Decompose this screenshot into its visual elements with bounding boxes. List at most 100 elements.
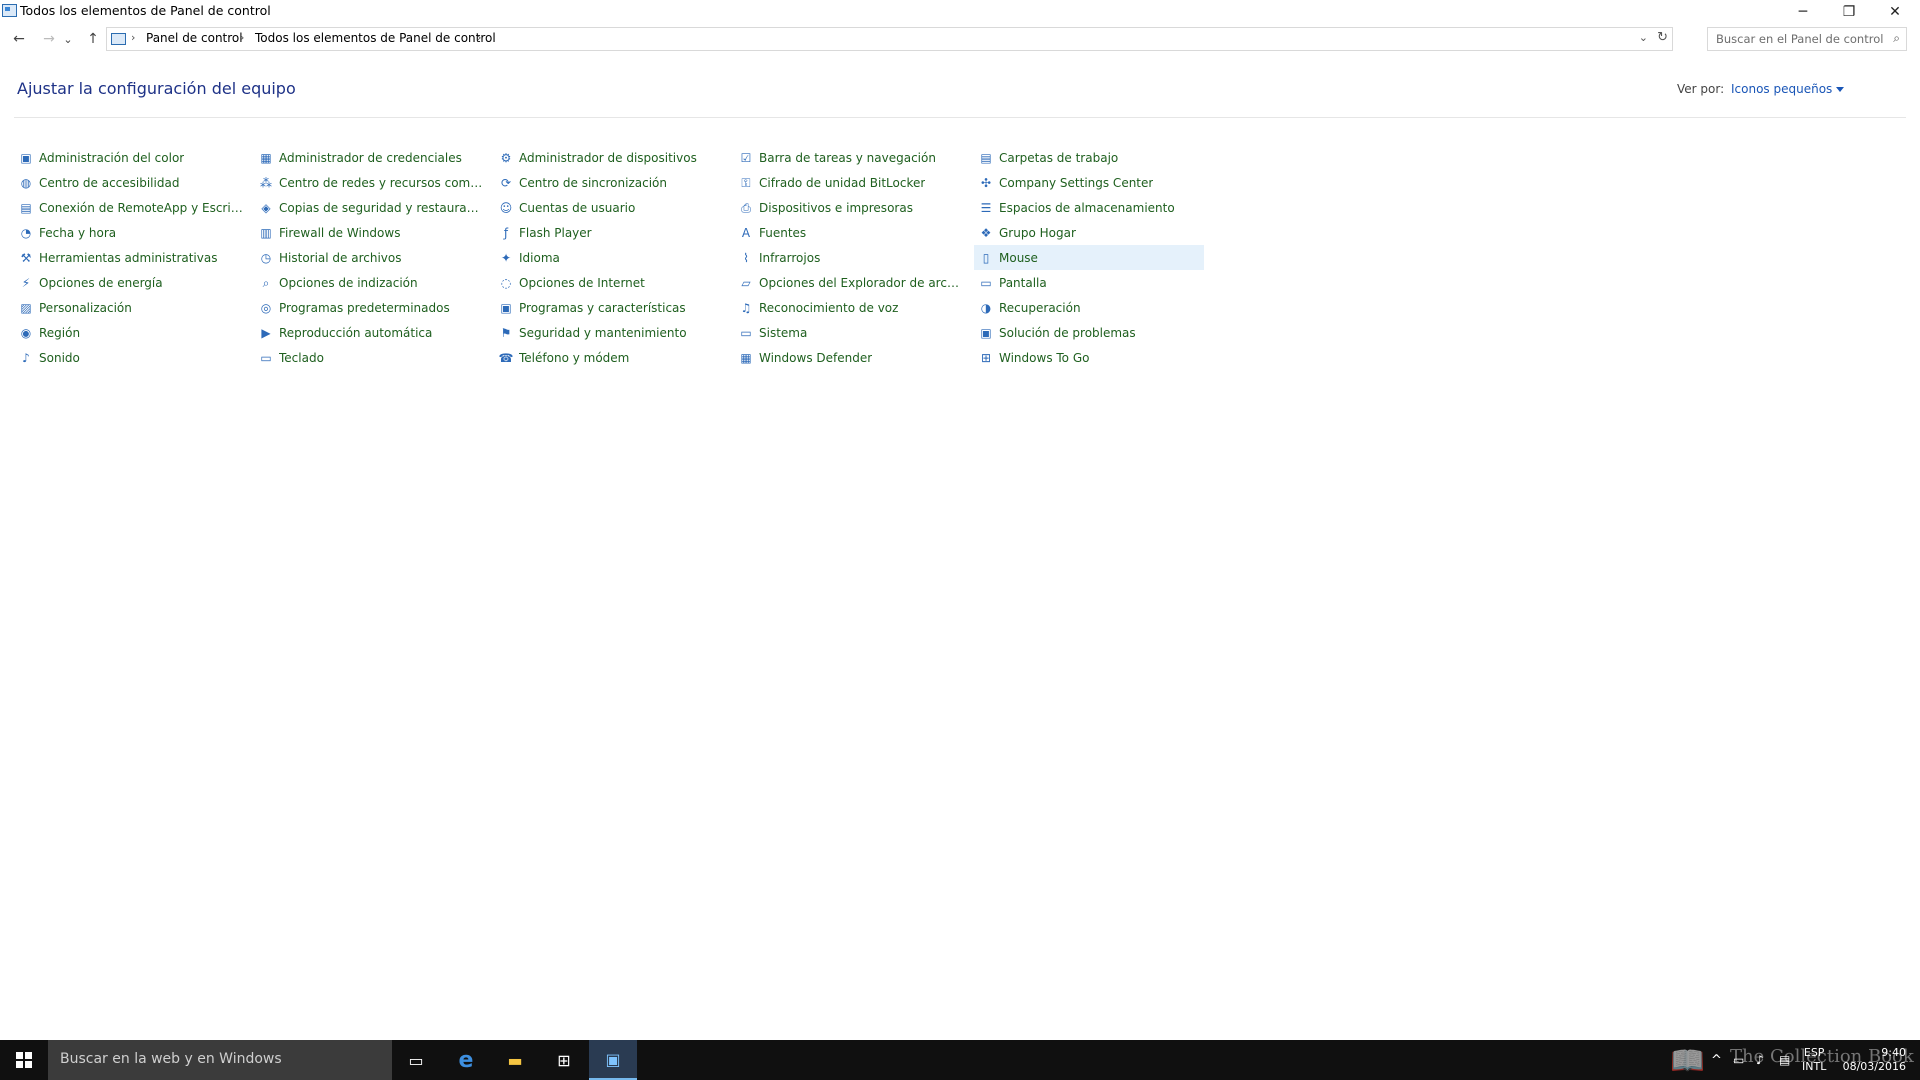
chevron-down-icon[interactable]: ⌄ (1639, 31, 1648, 44)
keyboard-icon: ▭ (260, 350, 272, 365)
window-title: Todos los elementos de Panel de control (20, 3, 271, 18)
control-panel-item[interactable]: ⌕ Opciones de indización (254, 270, 484, 295)
control-panel-item[interactable]: ⊞ Windows To Go (974, 345, 1204, 370)
control-panel-item[interactable]: ◷ Historial de archivos (254, 245, 484, 270)
credential-manager-icon: ▦ (260, 150, 272, 165)
windows-to-go-icon: ⊞ (980, 350, 992, 365)
control-panel-icon (111, 33, 126, 45)
control-panel-item[interactable]: ▭ Teclado (254, 345, 484, 370)
control-panel-item[interactable]: ▤ Carpetas de trabajo (974, 145, 1204, 170)
programs-features-icon: ▣ (500, 300, 512, 315)
store-icon[interactable]: ⊞ (540, 1040, 588, 1080)
control-panel-item[interactable]: ◍ Centro de accesibilidad (14, 170, 244, 195)
breadcrumb-control-panel[interactable]: Panel de control (146, 31, 243, 45)
devices-printers-icon: ⎙ (741, 200, 751, 215)
control-panel-item[interactable]: ✦ Idioma (494, 245, 724, 270)
control-panel-item[interactable]: ⎙ Dispositivos e impresoras (734, 195, 964, 220)
maximize-button[interactable]: ❐ (1826, 0, 1872, 23)
control-panel-item[interactable]: ⚑ Seguridad y mantenimiento (494, 320, 724, 345)
control-panel-item-label: Fecha y hora (39, 225, 117, 240)
control-panel-taskbar-icon[interactable]: ▣ (589, 1040, 637, 1080)
control-panel-item[interactable]: ▱ Opciones del Explorador de archivos (734, 270, 964, 295)
control-panel-item[interactable]: ▤ Conexión de RemoteApp y Escritorio (14, 195, 244, 220)
control-panel-item[interactable]: ▦ Windows Defender (734, 345, 964, 370)
control-panel-item[interactable]: ▣ Administración del color (14, 145, 244, 170)
infrared-icon: ⌇ (743, 250, 749, 265)
fonts-icon: A (741, 225, 751, 240)
up-button[interactable]: ↑ (82, 29, 104, 49)
task-view-icon[interactable]: ▭ (392, 1040, 440, 1080)
clock[interactable]: 9:40 08/03/2016 (1842, 1040, 1906, 1080)
minimize-button[interactable]: ─ (1780, 0, 1826, 23)
search-icon[interactable]: ⌕ (1893, 31, 1900, 46)
control-panel-item[interactable]: ◔ Fecha y hora (14, 220, 244, 245)
back-button[interactable]: ← (8, 29, 30, 49)
recent-locations-button[interactable]: ⌄ (61, 29, 75, 49)
breadcrumb-separator[interactable]: › (240, 31, 244, 44)
control-panel-item[interactable]: ☰ Espacios de almacenamiento (974, 195, 1204, 220)
control-panel-item[interactable]: ☎ Teléfono y módem (494, 345, 724, 370)
action-center-icon[interactable]: ▤ (1779, 1040, 1790, 1080)
control-panel-item-label: Programas predeterminados (279, 300, 450, 315)
control-panel-item-label: Centro de sincronización (519, 175, 667, 190)
control-panel-item[interactable]: ◈ Copias de seguridad y restauración (... (254, 195, 484, 220)
control-panel-item[interactable]: ⁂ Centro de redes y recursos comparti... (254, 170, 484, 195)
close-button[interactable]: ✕ (1872, 0, 1918, 23)
control-panel-item[interactable]: ▦ Administrador de credenciales (254, 145, 484, 170)
control-panel-item-label: Windows Defender (759, 350, 873, 365)
control-panel-item-label: Firewall de Windows (279, 225, 401, 240)
view-by-value: Iconos pequeños (1731, 82, 1833, 96)
control-panel-item[interactable]: ⚒ Herramientas administrativas (14, 245, 244, 270)
breadcrumb-separator[interactable]: › (477, 31, 481, 44)
volume-icon[interactable]: ♪ (1756, 1040, 1764, 1080)
file-explorer-icon[interactable]: ▬ (491, 1040, 539, 1080)
control-panel-item[interactable]: ✣ Company Settings Center (974, 170, 1204, 195)
control-panel-item[interactable]: ◑ Recuperación (974, 295, 1204, 320)
control-panel-item[interactable]: ♫ Reconocimiento de voz (734, 295, 964, 320)
control-panel-item[interactable]: ⚡ Opciones de energía (14, 270, 244, 295)
date-time-icon: ◔ (20, 225, 32, 240)
control-panel-item[interactable]: ▶ Reproducción automática (254, 320, 484, 345)
control-panel-item[interactable]: ⟳ Centro de sincronización (494, 170, 724, 195)
view-by-dropdown[interactable]: Iconos pequeños (1731, 82, 1845, 96)
control-panel-item[interactable]: ▯ Mouse (974, 245, 1204, 270)
control-panel-item[interactable]: ☑ Barra de tareas y navegación (734, 145, 964, 170)
forward-button[interactable]: → (38, 29, 60, 49)
input-language-indicator[interactable]: ESP INTL (1802, 1040, 1826, 1080)
edge-browser-icon[interactable]: e (442, 1040, 490, 1080)
control-panel-item[interactable]: ƒ Flash Player (494, 220, 724, 245)
windows-defender-icon: ▦ (740, 350, 752, 365)
refresh-icon[interactable]: ↻ (1657, 30, 1668, 45)
work-folders-icon: ▤ (980, 150, 992, 165)
control-panel-item[interactable]: ☺ Cuentas de usuario (494, 195, 724, 220)
speech-recognition-icon: ♫ (740, 300, 752, 315)
control-panel-item[interactable]: ▭ Pantalla (974, 270, 1204, 295)
taskbar-search-box[interactable]: Buscar en la web y en Windows (48, 1040, 392, 1080)
caret-down-icon (1836, 87, 1845, 92)
control-panel-item[interactable]: ▣ Programas y características (494, 295, 724, 320)
show-hidden-icons-icon[interactable]: ^ (1711, 1040, 1722, 1080)
control-panel-item[interactable]: A Fuentes (734, 220, 964, 245)
control-panel-item[interactable]: ▨ Personalización (14, 295, 244, 320)
control-panel-item[interactable]: ⚿ Cifrado de unidad BitLocker (734, 170, 964, 195)
control-panel-item-label: Pantalla (999, 275, 1047, 290)
control-panel-item[interactable]: ◎ Programas predeterminados (254, 295, 484, 320)
control-panel-item-label: Flash Player (519, 225, 592, 240)
control-panel-item[interactable]: ▭ Sistema (734, 320, 964, 345)
control-panel-item-label: Opciones del Explorador de archivos (759, 275, 964, 290)
control-panel-item[interactable]: ▥ Firewall de Windows (254, 220, 484, 245)
search-input[interactable]: Buscar en el Panel de control ⌕ (1707, 27, 1907, 51)
control-panel-item[interactable]: ◌ Opciones de Internet (494, 270, 724, 295)
control-panel-item[interactable]: ⚙ Administrador de dispositivos (494, 145, 724, 170)
breadcrumb-all-items[interactable]: Todos los elementos de Panel de control (255, 31, 496, 45)
control-panel-item[interactable]: ◉ Región (14, 320, 244, 345)
control-panel-item[interactable]: ▣ Solución de problemas (974, 320, 1204, 345)
address-bar[interactable]: › Panel de control › Todos los elementos… (106, 27, 1673, 51)
breadcrumb-separator[interactable]: › (131, 31, 135, 44)
control-panel-item[interactable]: ♪ Sonido (14, 345, 244, 370)
start-button[interactable] (0, 1040, 48, 1080)
control-panel-item[interactable]: ⌇ Infrarrojos (734, 245, 964, 270)
network-icon[interactable]: ▭ (1733, 1040, 1744, 1080)
control-panel-item[interactable]: ❖ Grupo Hogar (974, 220, 1204, 245)
homegroup-icon: ❖ (980, 225, 992, 240)
